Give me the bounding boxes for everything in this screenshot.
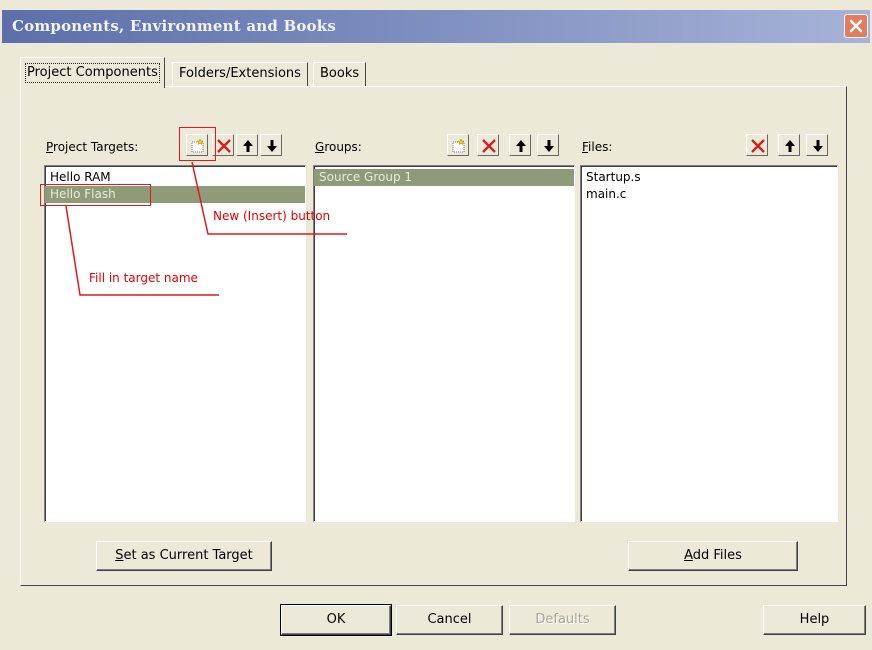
move-down-icon [544, 140, 554, 152]
groups-move-down-button[interactable] [537, 134, 559, 156]
list-item[interactable]: main.c [581, 186, 837, 203]
tab-label: Project Components [25, 63, 160, 83]
move-up-icon [516, 140, 526, 152]
target-name-highlight [40, 184, 151, 206]
list-item[interactable]: Source Group 1 [314, 169, 574, 186]
move-up-icon [243, 140, 253, 152]
files-label: Files: [582, 140, 613, 154]
move-down-icon [813, 140, 823, 152]
delete-icon [217, 139, 231, 153]
tab-label: Books [320, 66, 360, 81]
add-files-button[interactable]: Add Files [628, 541, 798, 571]
title-bar: Components, Environment and Books [2, 10, 870, 43]
files-delete-button[interactable] [746, 134, 768, 156]
targets-header: Project Targets: [44, 134, 306, 160]
move-up-icon [785, 140, 795, 152]
groups-new-button[interactable] [447, 134, 469, 156]
groups-move-up-button[interactable] [509, 134, 531, 156]
delete-icon [751, 139, 765, 153]
targets-label: Project Targets: [46, 140, 139, 154]
set-current-target-button[interactable]: Set as Current Target [96, 541, 272, 571]
defaults-button: Defaults [509, 605, 616, 635]
groups-header: Groups: [313, 134, 575, 160]
groups-label: Groups: [315, 140, 362, 154]
files-move-up-button[interactable] [778, 134, 800, 156]
close-icon [849, 19, 863, 33]
ok-button[interactable]: OK [280, 604, 392, 636]
targets-move-up-button[interactable] [236, 134, 258, 156]
tab-label: Folders/Extensions [179, 66, 301, 81]
groups-list[interactable]: Source Group 1 [313, 165, 575, 522]
annotation-fill-target: Fill in target name [89, 271, 198, 285]
targets-move-down-button[interactable] [260, 134, 282, 156]
files-move-down-button[interactable] [806, 134, 828, 156]
files-list[interactable]: Startup.s main.c [580, 165, 838, 522]
tab-books[interactable]: Books [313, 62, 367, 86]
cancel-button[interactable]: Cancel [396, 605, 503, 635]
close-button[interactable] [844, 14, 868, 38]
groups-delete-button[interactable] [477, 134, 499, 156]
list-item[interactable]: Startup.s [581, 169, 837, 186]
delete-icon [482, 139, 496, 153]
new-button-highlight [179, 127, 216, 161]
help-button[interactable]: Help [763, 605, 866, 635]
tab-project-components[interactable]: Project Components [20, 57, 165, 88]
move-down-icon [267, 140, 277, 152]
window-title: Components, Environment and Books [12, 17, 336, 35]
annotation-new-button: New (Insert) button [213, 209, 331, 223]
files-header: Files: [580, 134, 838, 160]
new-icon [452, 138, 465, 153]
tab-folders-extensions[interactable]: Folders/Extensions [172, 62, 308, 86]
